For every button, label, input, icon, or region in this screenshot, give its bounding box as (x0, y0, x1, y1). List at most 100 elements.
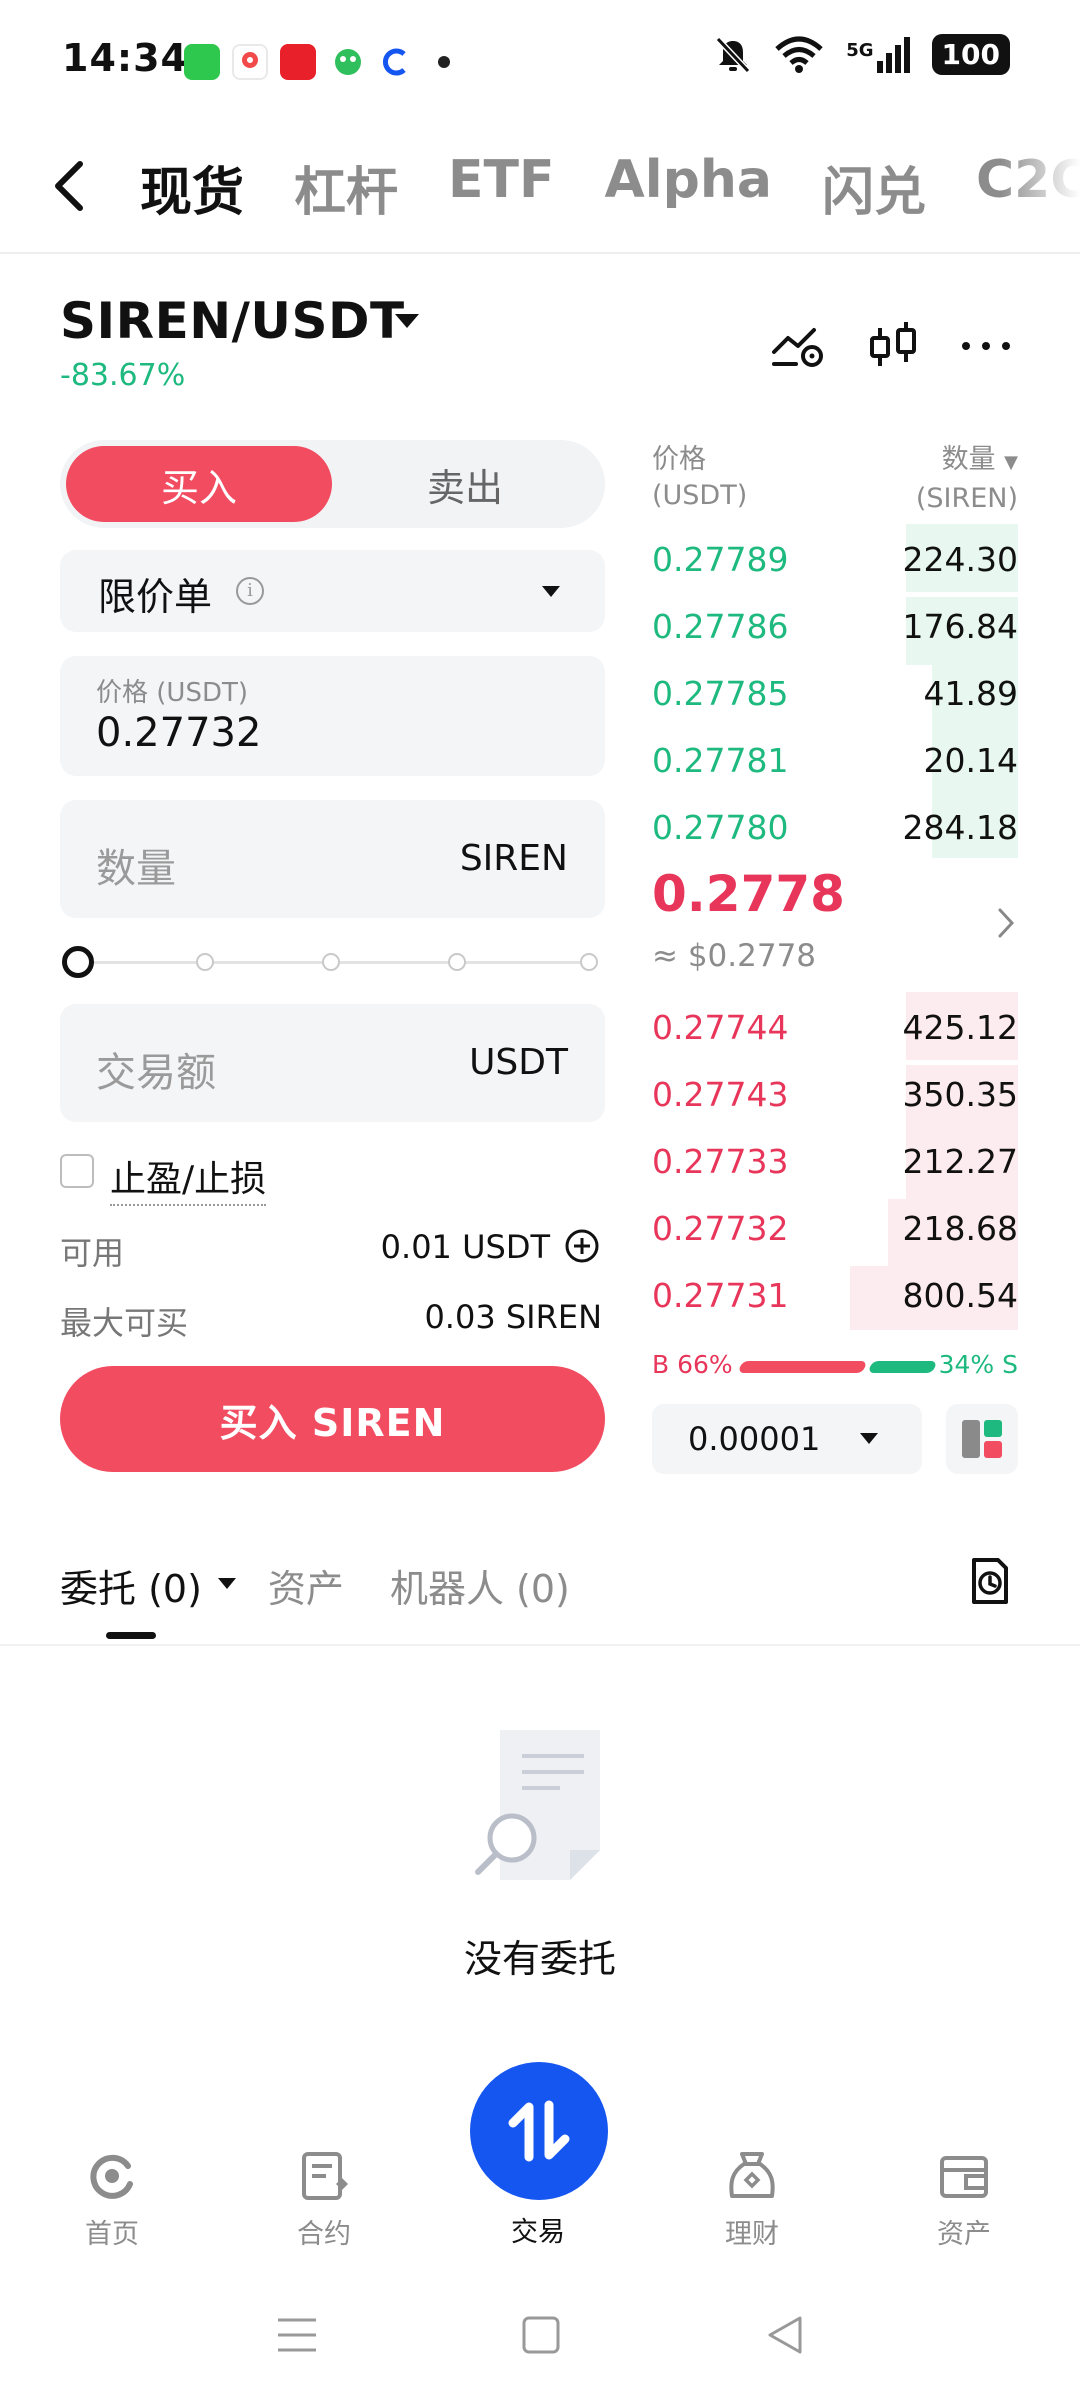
back-triangle-icon[interactable] (762, 2312, 808, 2358)
amount-unit: USDT (469, 1042, 568, 1083)
ob-qty-header-label: 数量 (941, 444, 996, 475)
ask-row[interactable]: 0.27789 224.30 (652, 524, 1018, 592)
empty-state-text: 没有委托 (463, 1937, 616, 1981)
battery-indicator: 100 (931, 34, 1010, 75)
status-time: 14:34 (62, 36, 188, 80)
home-square-icon[interactable] (518, 2312, 564, 2358)
home-icon (90, 2154, 133, 2199)
nav-trade-label: 交易 (511, 2217, 565, 2248)
bid-price: 0.27732 (652, 1209, 789, 1248)
tab-bots[interactable]: 机器人 (0) (390, 1558, 570, 1613)
back-icon[interactable] (50, 158, 90, 214)
orders-caret-icon[interactable] (218, 1578, 236, 1589)
bid-price: 0.27744 (652, 1008, 789, 1047)
bid-price: 0.27743 (652, 1075, 789, 1114)
order-history-icon[interactable] (968, 1556, 1012, 1606)
price-alert-icon[interactable] (770, 318, 826, 374)
sell-ratio-bar (867, 1361, 938, 1373)
available-value: 0.01 USDT (380, 1228, 550, 1266)
bid-row[interactable]: 0.27731 800.54 (652, 1266, 1018, 1330)
nav-earn[interactable]: 理财 (692, 2148, 812, 2251)
wifi-icon (775, 36, 823, 73)
ask-price: 0.27789 (652, 540, 789, 579)
bid-qty: 350.35 (902, 1075, 1018, 1114)
price-value[interactable]: 0.27732 (96, 710, 261, 756)
ob-price-header-label: 价格 (652, 444, 706, 475)
bid-row[interactable]: 0.27732 218.68 (652, 1199, 1018, 1267)
tab-convert[interactable]: 闪兑 (822, 150, 926, 225)
tp-sl-checkbox[interactable] (60, 1154, 94, 1188)
sell-tab[interactable]: 卖出 (332, 446, 598, 522)
nav-home[interactable]: 首页 (52, 2148, 172, 2251)
amount-placeholder: 交易额 (96, 1050, 216, 1096)
nav-futures-label: 合约 (297, 2219, 351, 2250)
slider-step-100[interactable] (580, 953, 598, 971)
futures-icon (302, 2152, 348, 2200)
nav-trade[interactable]: 交易 (478, 2210, 598, 2249)
slider-handle[interactable] (62, 946, 94, 978)
tab-margin[interactable]: 杠杆 (294, 150, 398, 225)
ask-row[interactable]: 0.27780 284.18 (652, 798, 1018, 858)
ob-qty-header[interactable]: 数量 ▼ (SIREN) (916, 442, 1018, 517)
menu-icon[interactable] (274, 2312, 320, 2358)
last-price[interactable]: 0.2778 (652, 865, 845, 923)
precision-value: 0.00001 (688, 1420, 821, 1458)
pair-title[interactable]: SIREN/USDT (60, 292, 405, 350)
slider-step-75[interactable] (448, 953, 466, 971)
nav-assets[interactable]: 资产 (904, 2148, 1024, 2251)
header-divider (0, 252, 1080, 254)
info-icon[interactable]: i (236, 577, 264, 605)
slider-step-25[interactable] (196, 953, 214, 971)
bid-row[interactable]: 0.27733 212.27 (652, 1132, 1018, 1200)
status-right: 5G 100 (714, 34, 1010, 75)
nav-earn-label: 理财 (725, 2219, 779, 2250)
network-type: 5G (846, 39, 874, 61)
trade-arrows-icon (508, 2100, 570, 2162)
available-label: 可用 (60, 1234, 125, 1272)
ob-price-header-unit: (USDT) (652, 480, 748, 511)
tab-assets[interactable]: 资产 (268, 1558, 344, 1613)
add-funds-icon[interactable] (564, 1228, 600, 1264)
buy-ratio: B 66% (652, 1350, 733, 1379)
nav-futures[interactable]: 合约 (264, 2148, 384, 2251)
price-label: 价格 (USDT) (96, 678, 248, 708)
candlestick-chart-icon[interactable] (866, 318, 922, 374)
wechat-icon (184, 44, 220, 80)
pair-dropdown-icon[interactable] (395, 314, 419, 328)
buy-tab[interactable]: 买入 (66, 446, 332, 522)
tab-alpha[interactable]: Alpha (605, 150, 772, 225)
bid-qty: 218.68 (902, 1209, 1018, 1248)
tp-sl-label[interactable]: 止盈/止损 (110, 1150, 267, 1206)
nav-trade-button[interactable] (470, 2062, 608, 2200)
last-price-usd: ≈ $0.2778 (652, 938, 817, 974)
bid-row[interactable]: 0.27743 350.35 (652, 1065, 1018, 1133)
ask-qty: 284.18 (902, 808, 1018, 847)
ask-row[interactable]: 0.27785 41.89 (652, 664, 1018, 732)
nav-assets-label: 资产 (937, 2219, 991, 2250)
ask-row[interactable]: 0.27786 176.84 (652, 597, 1018, 665)
book-layout-button[interactable] (946, 1404, 1018, 1474)
buy-ratio-bar (737, 1361, 868, 1373)
tab-open-orders[interactable]: 委托 (0) (60, 1558, 202, 1613)
slider-step-50[interactable] (322, 953, 340, 971)
ask-qty: 176.84 (902, 607, 1018, 646)
mute-bell-icon (716, 36, 751, 73)
chevron-right-icon[interactable] (996, 906, 1016, 940)
tab-etf[interactable]: ETF (448, 150, 555, 225)
ask-qty: 41.89 (923, 674, 1018, 713)
nav-home-label: 首页 (85, 2219, 139, 2250)
orders-tabs: 委托 (0) 资产 机器人 (0) (60, 1558, 570, 1613)
ask-qty: 224.30 (902, 540, 1018, 579)
book-layout-icon (962, 1420, 1002, 1458)
ask-price: 0.27780 (652, 808, 789, 847)
tab-spot[interactable]: 现货 (140, 150, 244, 225)
buy-button[interactable]: 买入 SIREN (60, 1366, 605, 1472)
bid-row[interactable]: 0.27744 425.12 (652, 992, 1018, 1060)
bid-price: 0.27731 (652, 1276, 789, 1315)
more-icon[interactable] (958, 318, 1014, 374)
max-buy-label: 最大可买 (60, 1304, 189, 1342)
wallet-icon (940, 2156, 988, 2198)
bid-qty: 212.27 (902, 1142, 1018, 1181)
ask-row[interactable]: 0.27781 20.14 (652, 731, 1018, 799)
c-app-icon (378, 44, 414, 80)
